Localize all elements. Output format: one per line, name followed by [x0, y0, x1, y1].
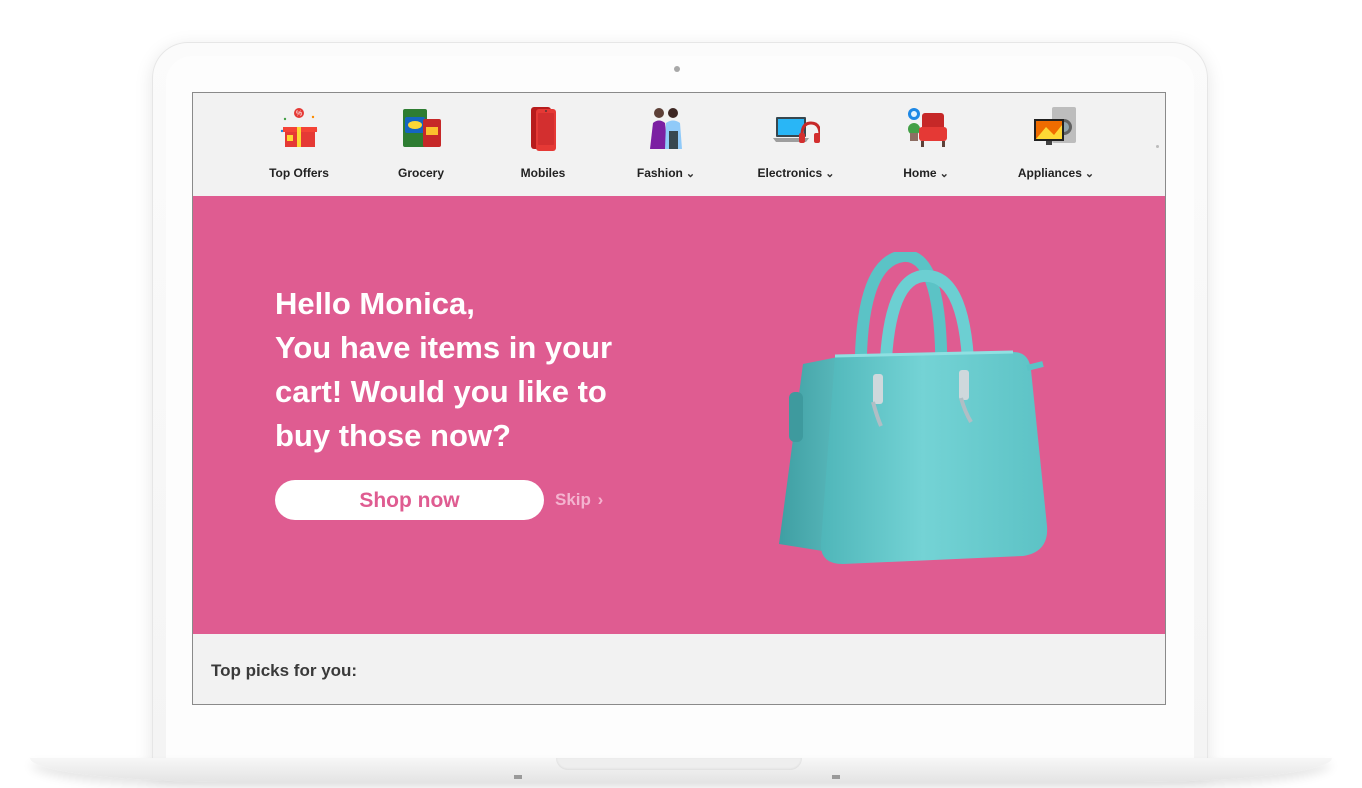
gift-icon: %	[280, 108, 318, 147]
nav-item-top-offers[interactable]: % Top Offers	[239, 105, 359, 191]
screen: % Top Offers Grocery Mobiles Fashion ⌄ E…	[192, 92, 1166, 705]
chevron-down-icon: ⌄	[685, 168, 696, 180]
fashion-models-icon	[650, 108, 682, 149]
section-title-top-picks: Top picks for you:	[211, 661, 358, 680]
nav-scroll-indicator[interactable]	[1156, 145, 1159, 148]
cart-reminder-banner: Hello Monica, You have items in your car…	[193, 196, 1165, 634]
webcam	[674, 66, 680, 72]
greeting-line: buy those now?	[275, 418, 511, 453]
skip-link[interactable]: Skip ›	[555, 490, 603, 510]
nav-label: Fashion ⌄	[636, 166, 696, 180]
nav-item-electronics[interactable]: Electronics ⌄	[736, 105, 856, 191]
nav-item-appliances[interactable]: Appliances ⌄	[996, 105, 1116, 191]
mobile-phone-icon	[531, 107, 556, 151]
shop-now-button[interactable]: Shop now	[275, 480, 544, 520]
chevron-down-icon: ⌄	[1084, 168, 1095, 180]
greeting-line: cart! Would you like to	[275, 374, 607, 409]
nav-item-home[interactable]: Home ⌄	[866, 105, 986, 191]
laptop-foot	[832, 775, 840, 779]
svg-text:%: %	[296, 111, 302, 118]
greeting-line: You have items in your	[275, 330, 613, 365]
nav-item-fashion[interactable]: Fashion ⌄	[606, 105, 726, 191]
grocery-icon	[403, 109, 441, 147]
nav-label: Electronics ⌄	[757, 166, 835, 180]
handbag-image	[779, 252, 1048, 564]
laptop-headphones-icon	[773, 117, 820, 143]
chevron-down-icon: ⌄	[825, 168, 835, 180]
nav-label: Appliances ⌄	[1017, 166, 1095, 180]
nav-label: Grocery	[397, 166, 445, 180]
tv-washing-machine-icon	[1034, 107, 1076, 145]
nav-label: Home ⌄	[903, 166, 949, 180]
nav-item-mobiles[interactable]: Mobiles	[483, 105, 603, 191]
chevron-right-icon: ›	[597, 490, 604, 509]
laptop-notch	[556, 758, 802, 770]
nav-item-grocery[interactable]: Grocery	[361, 105, 481, 191]
chevron-down-icon: ⌄	[939, 168, 949, 180]
skip-label: Skip	[555, 490, 591, 509]
category-nav: % Top Offers Grocery Mobiles Fashion ⌄ E…	[193, 93, 1165, 196]
nav-label: Top Offers	[269, 166, 329, 180]
nav-label: Mobiles	[520, 166, 566, 180]
laptop-foot	[514, 775, 522, 779]
greeting-line: Hello Monica,	[275, 286, 475, 321]
armchair-plant-icon	[908, 108, 947, 147]
banner-greeting: Hello Monica, You have items in your car…	[275, 282, 675, 458]
